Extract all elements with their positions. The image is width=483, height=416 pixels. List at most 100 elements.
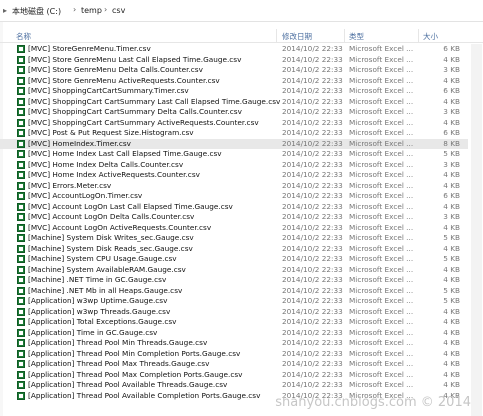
file-row[interactable]: [MVC] HomeIndex.Timer.csv 2014/10/2 22:33… [0, 138, 468, 149]
file-type: Microsoft Excel ... [349, 44, 414, 53]
file-name: [Machine] .NET Mb in all Heaps.Gauge.csv [28, 285, 183, 295]
file-size: 8 KB [443, 138, 460, 148]
file-size: 5 KB [443, 296, 460, 305]
file-type: Microsoft Excel ... [349, 243, 414, 253]
excel-csv-file-icon [17, 76, 25, 85]
breadcrumb-separator-icon: › [73, 5, 77, 14]
column-divider[interactable] [276, 29, 277, 42]
file-modified-date: 2014/10/2 22:33 [282, 117, 343, 127]
file-type: Microsoft Excel ... [349, 264, 414, 274]
file-row[interactable]: [MVC] ShoppingCart CartSummary Delta Cal… [0, 107, 468, 118]
file-size: 4 KB [443, 201, 460, 211]
column-divider[interactable] [344, 29, 345, 42]
file-row[interactable]: [MVC] Home Index Last Call Elapsed Time.… [0, 149, 468, 160]
file-row[interactable]: [MVC] Errors.Meter.csv 2014/10/2 22:33 Mic… [0, 181, 468, 192]
file-size: 4 KB [443, 54, 460, 64]
excel-csv-file-icon [17, 150, 25, 158]
file-modified-date: 2014/10/2 22:33 [282, 285, 343, 295]
file-type: Microsoft Excel ... [349, 212, 414, 221]
file-row[interactable]: [MVC] Home Index Delta Calls.Counter.csv… [0, 160, 468, 171]
file-row[interactable]: [MVC] Account LogOn Last Call Elapsed Ti… [0, 202, 468, 213]
file-row[interactable]: [Application] Thread Pool Max Completion… [0, 370, 468, 381]
file-row[interactable]: [Application] Thread Pool Min Completion… [0, 349, 468, 360]
file-row[interactable]: [MVC] AccountLogOn.Timer.csv 2014/10/2 22… [0, 191, 468, 202]
excel-csv-file-icon [17, 234, 25, 242]
file-row[interactable]: [MVC] ShoppingCartCartSummary.Timer.csv 2… [0, 86, 468, 97]
file-modified-date: 2014/10/2 22:33 [282, 306, 343, 316]
excel-csv-file-icon [17, 370, 25, 379]
file-name: [Application] Thread Pool Min Completion… [28, 348, 241, 358]
file-type: Microsoft Excel ... [349, 149, 414, 158]
column-header-size[interactable]: 大小 [423, 31, 438, 42]
file-row[interactable]: [Application] w3wp Threads.Gauge.csv 2014… [0, 307, 468, 318]
breadcrumb-segment[interactable]: 本地磁盘 (C:) [12, 6, 61, 17]
file-row[interactable]: [MVC] Post & Put Request Size.Histogram.… [0, 128, 468, 139]
address-bar[interactable]: ▸ 本地磁盘 (C:) › temp › csv [0, 0, 483, 22]
file-type: Microsoft Excel ... [349, 275, 414, 284]
file-size: 6 KB [443, 128, 460, 137]
file-row[interactable]: [MVC] StoreGenreMenu.Timer.csv 2014/10/2 … [0, 44, 468, 55]
file-type: Microsoft Excel ... [349, 338, 414, 347]
file-row[interactable]: [Machine] System Disk Reads_sec.Gauge.cs… [0, 244, 468, 255]
file-row[interactable]: [Application] Thread Pool Max Threads.Ga… [0, 359, 468, 370]
column-header-date[interactable]: 修改日期 [282, 31, 312, 42]
file-modified-date: 2014/10/2 22:33 [282, 212, 343, 221]
breadcrumb-segment[interactable]: csv [112, 6, 125, 15]
file-row[interactable]: [Machine] .NET Time in GC.Gauge.csv 2014/… [0, 275, 468, 286]
file-size: 4 KB [443, 264, 460, 274]
file-size: 5 KB [443, 149, 460, 158]
excel-csv-file-icon [17, 297, 25, 305]
file-row[interactable]: [Application] Total Exceptions.Gauge.csv… [0, 317, 468, 328]
file-row[interactable]: [Machine] System AvailableRAM.Gauge.csv 2… [0, 265, 468, 276]
file-row[interactable]: [MVC] Account LogOn ActiveRequests.Count… [0, 223, 468, 234]
file-row[interactable]: [MVC] Store GenreMenu ActiveRequests.Cou… [0, 76, 468, 87]
file-type: Microsoft Excel ... [349, 369, 414, 379]
excel-csv-file-icon [17, 223, 25, 232]
file-row[interactable]: [Machine] .NET Mb in all Heaps.Gauge.csv… [0, 286, 468, 297]
file-name: [Application] Thread Pool Min Threads.Ga… [28, 338, 208, 347]
excel-csv-file-icon [17, 244, 25, 253]
excel-csv-file-icon [17, 202, 25, 211]
excel-csv-file-icon [17, 181, 25, 190]
vertical-scrollbar[interactable] [471, 44, 482, 416]
file-size: 4 KB [443, 348, 460, 358]
excel-csv-file-icon [17, 265, 25, 274]
file-modified-date: 2014/10/2 22:33 [282, 149, 343, 158]
column-header-name[interactable]: 名称 [16, 31, 31, 42]
file-size: 4 KB [443, 275, 460, 284]
file-modified-date: 2014/10/2 22:33 [282, 380, 343, 389]
file-modified-date: 2014/10/2 22:33 [282, 54, 343, 64]
column-divider[interactable] [418, 29, 419, 42]
file-row[interactable]: [Application] w3wp Uptime.Gauge.csv 2014/… [0, 296, 468, 307]
excel-csv-file-icon [17, 87, 25, 95]
file-row[interactable]: [Machine] System Disk Writes_sec.Gauge.c… [0, 233, 468, 244]
file-row[interactable]: [Application] Thread Pool Available Thre… [0, 380, 468, 391]
excel-csv-file-icon [17, 45, 25, 53]
file-row[interactable]: [Application] Thread Pool Min Threads.Ga… [0, 338, 468, 349]
file-row[interactable]: [MVC] Store GenreMenu Last Call Elapsed … [0, 55, 468, 66]
file-row[interactable]: [MVC] ShoppingCart CartSummary Last Call… [0, 97, 468, 108]
file-name: [MVC] AccountLogOn.Timer.csv [28, 191, 143, 200]
file-row[interactable]: [MVC] Home Index ActiveRequests.Counter.… [0, 170, 468, 181]
file-row[interactable]: [MVC] Account LogOn Delta Calls.Counter.… [0, 212, 468, 223]
file-size: 3 KB [443, 65, 460, 74]
excel-csv-file-icon [17, 318, 25, 326]
file-type: Microsoft Excel ... [349, 222, 414, 232]
file-row[interactable]: [Application] Time in GC.Gauge.csv 2014/1… [0, 328, 468, 339]
file-name: [MVC] Home Index Last Call Elapsed Time.… [28, 149, 222, 158]
file-row[interactable]: [MVC] ShoppingCart CartSummary ActiveReq… [0, 118, 468, 129]
breadcrumb-segment[interactable]: temp [81, 6, 102, 15]
file-modified-date: 2014/10/2 22:33 [282, 170, 343, 179]
file-row[interactable]: [Machine] System CPU Usage.Gauge.csv 2014… [0, 254, 468, 265]
column-header-type[interactable]: 类型 [349, 31, 364, 42]
folder-nav-icon[interactable]: ▸ [3, 6, 7, 15]
excel-csv-file-icon [17, 129, 25, 137]
excel-csv-file-icon [17, 97, 25, 106]
file-size: 6 KB [443, 44, 460, 53]
file-row[interactable]: [MVC] Store GenreMenu Delta Calls.Counte… [0, 65, 468, 76]
watermark: shanyou.cnblogs.com © 2014 [275, 395, 471, 410]
file-name: [MVC] ShoppingCart CartSummary ActiveReq… [28, 117, 259, 127]
file-modified-date: 2014/10/2 22:33 [282, 201, 343, 211]
file-name: [Machine] System AvailableRAM.Gauge.csv [28, 264, 186, 274]
file-size: 4 KB [443, 327, 460, 337]
